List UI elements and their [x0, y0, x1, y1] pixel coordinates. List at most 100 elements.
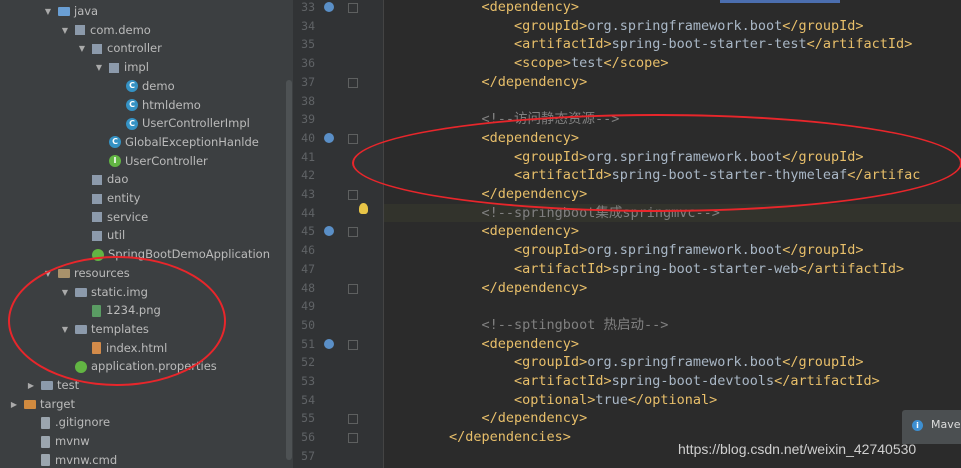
- code-line[interactable]: <groupId>org.springframework.boot</group…: [384, 353, 864, 372]
- tree-item-label: .gitignore: [55, 415, 111, 430]
- xml-tag: </dependency>: [384, 410, 588, 427]
- code-line[interactable]: <artifactId>spring-boot-starter-web</art…: [384, 260, 904, 279]
- xml-tag: <groupId>: [384, 17, 588, 34]
- code-line[interactable]: </dependency>: [384, 279, 588, 298]
- tree-item[interactable]: I UserController: [93, 152, 208, 171]
- tree-item[interactable]: Chtmldemo: [110, 96, 201, 115]
- xml-tag: <artifactId>: [384, 36, 612, 53]
- xml-tag: </dependency>: [384, 279, 588, 296]
- tree-item-label: demo: [142, 78, 175, 93]
- code-line[interactable]: <dependency>: [384, 222, 580, 241]
- line-number: 56: [301, 430, 315, 445]
- code-line[interactable]: <dependency>: [384, 0, 580, 17]
- tree-item[interactable]: ▼ java: [42, 2, 98, 21]
- tree-item[interactable]: entity: [76, 189, 140, 208]
- xml-tag: </dependency>: [384, 73, 588, 90]
- tree-item[interactable]: ▶ target: [8, 395, 75, 414]
- fold-end-icon[interactable]: [348, 77, 358, 88]
- xml-tag: <dependency>: [384, 0, 580, 15]
- tree-item-label: dao: [107, 172, 129, 187]
- expand-arrow-icon[interactable]: ▼: [59, 21, 71, 40]
- override-marker-icon[interactable]: [324, 338, 334, 349]
- watermark: https://blog.csdn.net/weixin_42740530: [678, 441, 917, 457]
- fold-icon[interactable]: [348, 227, 358, 238]
- line-number: 53: [301, 374, 315, 388]
- collapse-arrow-icon[interactable]: ▶: [25, 376, 37, 395]
- xml-tag: <artifactId>: [384, 260, 612, 277]
- tree-item[interactable]: mvnw.cmd: [25, 451, 117, 468]
- expand-arrow-icon[interactable]: ▼: [93, 58, 105, 77]
- line-number: 33: [301, 0, 315, 14]
- line-number: 41: [301, 149, 315, 164]
- tree-item[interactable]: mvnw: [25, 432, 90, 451]
- tree-item[interactable]: .gitignore: [25, 413, 110, 432]
- override-marker-icon[interactable]: [324, 226, 334, 237]
- tree-item-label: controller: [107, 41, 162, 56]
- code-line[interactable]: <artifactId>spring-boot-devtools</artifa…: [384, 372, 880, 391]
- xml-text: test: [570, 55, 604, 72]
- override-marker-icon[interactable]: [324, 132, 334, 143]
- line-number: 54: [301, 392, 315, 407]
- code-line[interactable]: <artifactId>spring-boot-starter-test</ar…: [384, 35, 912, 54]
- line-number: 39: [301, 112, 315, 127]
- fold-icon[interactable]: [348, 3, 358, 13]
- code-line[interactable]: <!--sptingboot 热启动-->: [384, 316, 669, 335]
- xml-tag: <optional>: [384, 391, 596, 408]
- line-number: 48: [301, 280, 315, 295]
- tree-item[interactable]: ▼ impl: [93, 58, 149, 77]
- tree-item[interactable]: C UserControllerImpl: [110, 114, 250, 133]
- project-tree-scrollbar[interactable]: [285, 0, 293, 468]
- class-icon: C: [126, 99, 138, 111]
- xml-text: org.springframework.boot: [587, 354, 783, 371]
- fold-end-icon[interactable]: [348, 414, 358, 425]
- lightbulb-icon[interactable]: [359, 203, 368, 214]
- xml-tag: <scope>: [384, 55, 571, 72]
- maven-notification[interactable]: i Mave: [902, 410, 961, 444]
- fold-icon[interactable]: [348, 133, 358, 144]
- line-number: 50: [301, 317, 315, 332]
- scrollbar-thumb[interactable]: [286, 80, 292, 460]
- xml-tag: </optional>: [627, 391, 718, 408]
- code-line[interactable]: <groupId>org.springframework.boot</group…: [384, 17, 864, 36]
- xml-tag: <groupId>: [384, 242, 588, 259]
- line-number: 52: [301, 355, 315, 370]
- package-icon: [92, 212, 102, 223]
- package-icon: [75, 25, 85, 36]
- tree-item[interactable]: ▼ controller: [76, 39, 162, 58]
- tree-item-label: target: [40, 396, 75, 411]
- xml-text: org.springframework.boot: [587, 17, 783, 34]
- tree-item[interactable]: util: [76, 226, 125, 245]
- line-number: 57: [301, 448, 315, 463]
- xml-text: true: [595, 391, 628, 408]
- project-tree[interactable]: ▼ java ▼ com.demo ▼ controller ▼ impl Cdemo Chtml…: [0, 0, 285, 468]
- code-line[interactable]: <groupId>org.springframework.boot</group…: [384, 241, 864, 260]
- tree-item[interactable]: C GlobalExceptionHanlde: [93, 133, 259, 152]
- tree-item[interactable]: ▼ com.demo: [59, 21, 151, 40]
- expand-arrow-icon[interactable]: ▼: [42, 2, 54, 21]
- xml-tag: </artifactId>: [798, 260, 905, 277]
- fold-end-icon[interactable]: [348, 433, 358, 444]
- tree-item-label: htmldemo: [142, 97, 201, 112]
- tree-item[interactable]: service: [76, 208, 148, 227]
- tree-item[interactable]: dao: [76, 170, 128, 189]
- fold-icon[interactable]: [348, 339, 358, 350]
- code-line[interactable]: <optional>true</optional>: [384, 391, 717, 410]
- tree-item[interactable]: Cdemo: [110, 77, 175, 96]
- line-number: 44: [301, 205, 315, 220]
- tree-item-label: service: [107, 209, 149, 224]
- source-folder-icon: [58, 7, 70, 16]
- code-line[interactable]: </dependency>: [384, 409, 588, 428]
- code-editor[interactable]: <dependency> <groupId>org.springframewor…: [384, 0, 961, 468]
- override-marker-icon[interactable]: [324, 2, 334, 12]
- code-line[interactable]: <scope>test</scope>: [384, 54, 668, 73]
- code-line[interactable]: </dependencies>: [384, 428, 571, 447]
- line-number: 42: [301, 168, 315, 183]
- xml-tag: </groupId>: [782, 354, 864, 371]
- expand-arrow-icon[interactable]: ▼: [76, 39, 88, 58]
- collapse-arrow-icon[interactable]: ▶: [8, 395, 20, 414]
- tree-item-label: mvnw: [55, 434, 90, 449]
- code-line[interactable]: </dependency>: [384, 73, 588, 92]
- fold-end-icon[interactable]: [348, 283, 358, 294]
- code-line[interactable]: <dependency>: [384, 335, 580, 354]
- fold-end-icon[interactable]: [348, 190, 358, 200]
